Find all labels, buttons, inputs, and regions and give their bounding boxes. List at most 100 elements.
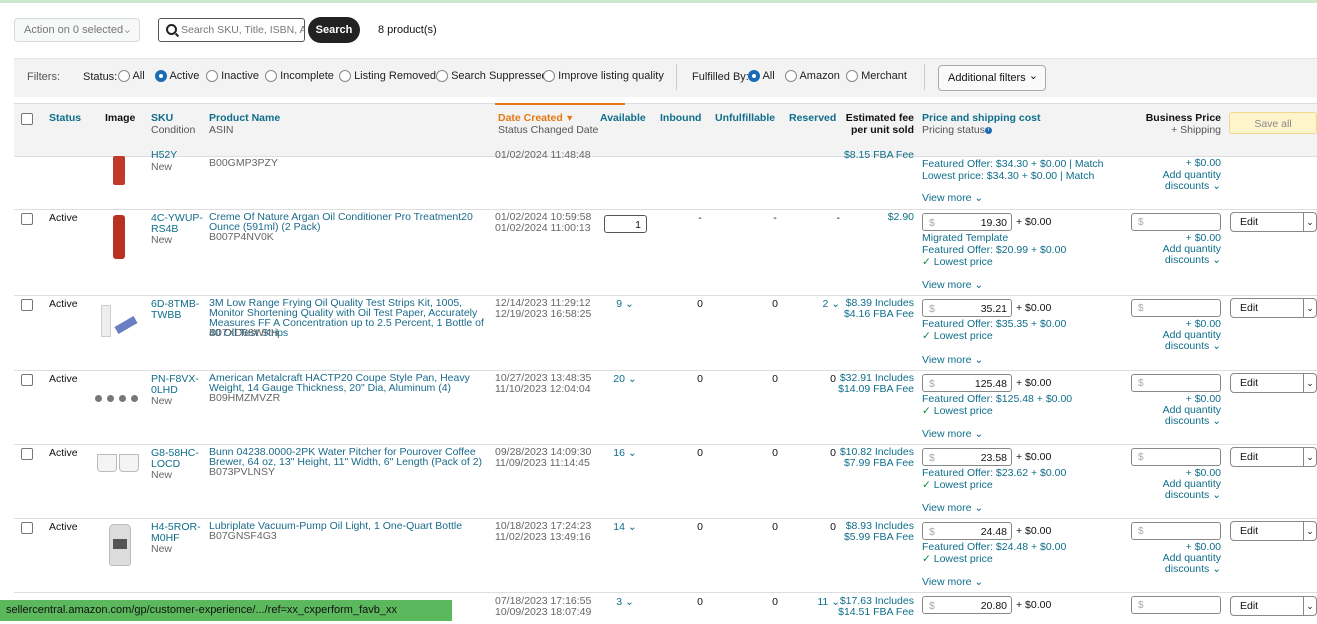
add-quantity-discounts-link[interactable]: Add quantity discounts ⌄ xyxy=(1120,553,1221,575)
status-text: Active xyxy=(49,212,78,224)
add-quantity-discounts-link[interactable]: Add quantity discounts ⌄ xyxy=(1120,330,1221,352)
col-available[interactable]: Available xyxy=(600,112,646,124)
status-radio-incomplete[interactable]: Incomplete xyxy=(265,70,334,82)
price-input[interactable]: $125.48 xyxy=(922,374,1012,392)
additional-filters-button[interactable]: Additional filters ⌄ xyxy=(938,65,1046,91)
match-link[interactable]: Match xyxy=(1066,170,1095,182)
asin-text: B09HMZMVZR xyxy=(209,392,281,404)
price-input[interactable]: $20.80 xyxy=(922,596,1012,614)
price-input[interactable]: $23.58 xyxy=(922,448,1012,466)
edit-button[interactable]: Edit ⌄ xyxy=(1230,373,1317,393)
row-checkbox[interactable] xyxy=(21,448,33,460)
business-price-input[interactable]: $ xyxy=(1131,448,1221,466)
featured-offer: Featured Offer: $20.99 + $0.00 xyxy=(922,244,1067,256)
status-radio-search-suppressed[interactable]: Search Suppressed xyxy=(436,70,548,82)
view-more-link[interactable]: View more ⌄ xyxy=(922,503,983,514)
available-qty[interactable]: 20 ⌄ xyxy=(600,374,650,385)
unfulfillable-qty: 0 xyxy=(772,596,778,608)
col-price-shipping[interactable]: Price and shipping cost Pricing status i xyxy=(922,112,1040,136)
product-name-link[interactable]: American Metalcraft HACTP20 Coupe Style … xyxy=(209,373,489,394)
add-quantity-discounts-link[interactable]: Add quantity discounts ⌄ xyxy=(1120,479,1221,501)
view-more-link[interactable]: View more ⌄ xyxy=(922,429,983,440)
edit-button[interactable]: Edit ⌄ xyxy=(1230,212,1317,232)
edit-button[interactable]: Edit ⌄ xyxy=(1230,596,1317,616)
view-more-link[interactable]: View more ⌄ xyxy=(922,355,983,366)
available-qty[interactable]: 3 ⌄ xyxy=(600,597,650,608)
reserved-qty: 0 xyxy=(830,447,836,459)
business-price-input[interactable]: $ xyxy=(1131,522,1221,540)
row-checkbox[interactable] xyxy=(21,299,33,311)
reserved-qty: 0 xyxy=(830,521,836,533)
status-radio-improve-listing[interactable]: Improve listing quality xyxy=(543,70,664,82)
edit-button[interactable]: Edit ⌄ xyxy=(1230,298,1317,318)
sort-indicator xyxy=(495,103,625,105)
edit-button[interactable]: Edit ⌄ xyxy=(1230,521,1317,541)
filter-divider xyxy=(676,64,677,90)
fee-text: $8.93 Includes $5.99 FBA Fee xyxy=(843,520,914,543)
add-quantity-discounts-link[interactable]: Add quantity discounts ⌄ xyxy=(1120,244,1221,266)
filters-label: Filters: xyxy=(27,71,60,83)
product-name-link[interactable]: Creme Of Nature Argan Oil Conditioner Pr… xyxy=(209,212,489,233)
row-checkbox[interactable] xyxy=(21,374,33,386)
view-more-link[interactable]: View more ⌄ xyxy=(922,280,983,291)
col-status[interactable]: Status xyxy=(49,112,81,124)
condition-text: New xyxy=(151,395,173,407)
available-qty[interactable]: 14 ⌄ xyxy=(600,522,650,533)
fulfilled-radio-amazon[interactable]: Amazon xyxy=(785,70,840,82)
lowest-price-status: ✓ Lowest price xyxy=(922,553,993,565)
fulfilled-by-label: Fulfilled By: xyxy=(692,71,749,83)
row-checkbox[interactable] xyxy=(21,213,33,225)
reserved-qty: 0 xyxy=(830,373,836,385)
search-button[interactable]: Search xyxy=(308,17,360,43)
business-price-input[interactable]: $ xyxy=(1131,596,1221,614)
radio-icon xyxy=(265,70,277,82)
select-all-checkbox[interactable] xyxy=(21,113,33,125)
view-more-link[interactable]: View more ⌄ xyxy=(922,577,983,588)
col-sku[interactable]: SKU Condition xyxy=(151,112,195,136)
business-price-input[interactable]: $ xyxy=(1131,213,1221,231)
product-thumbnail xyxy=(97,454,141,472)
fulfilled-radio-all[interactable]: All xyxy=(748,70,775,82)
featured-offer: Featured Offer: $23.62 + $0.00 xyxy=(922,467,1067,479)
available-qty[interactable]: 9 ⌄ xyxy=(600,299,650,310)
inbound-qty: - xyxy=(698,212,702,224)
col-product-name[interactable]: Product Name ASIN xyxy=(209,112,280,136)
bulk-action-dropdown[interactable]: Action on 0 selected ⌄ xyxy=(14,18,140,42)
search-input[interactable]: Search SKU, Title, ISBN, ASIN xyxy=(158,18,305,42)
fulfilled-radio-merchant[interactable]: Merchant xyxy=(846,70,907,82)
view-more-link[interactable]: View more ⌄ xyxy=(922,193,983,204)
radio-icon xyxy=(436,70,448,82)
row-checkbox[interactable] xyxy=(21,522,33,534)
condition-text: New xyxy=(151,469,173,481)
status-radio-inactive[interactable]: Inactive xyxy=(206,70,259,82)
col-unfulfillable[interactable]: Unfulfillable xyxy=(715,112,775,124)
col-inbound[interactable]: Inbound xyxy=(660,112,701,124)
chevron-down-icon: ⌄ xyxy=(1303,299,1316,317)
price-input[interactable]: $19.30 xyxy=(922,213,1012,231)
add-quantity-discounts-link[interactable]: Add quantity discounts ⌄ xyxy=(1120,170,1221,192)
add-quantity-discounts-link[interactable]: Add quantity discounts ⌄ xyxy=(1120,405,1221,427)
col-reserved[interactable]: Reserved xyxy=(789,112,836,124)
status-radio-all[interactable]: All xyxy=(118,70,145,82)
status-radio-active[interactable]: Active xyxy=(155,70,199,82)
status-text: Active xyxy=(49,373,78,385)
available-qty[interactable]: 16 ⌄ xyxy=(600,448,650,459)
edit-button[interactable]: Edit ⌄ xyxy=(1230,447,1317,467)
available-qty-input[interactable]: 1 xyxy=(604,215,647,233)
radio-selected-icon xyxy=(748,70,760,82)
price-input[interactable]: $24.48 xyxy=(922,522,1012,540)
product-name-link[interactable]: Bunn 04238.0000-2PK Water Pitcher for Po… xyxy=(209,447,489,468)
business-price-input[interactable]: $ xyxy=(1131,299,1221,317)
business-price-input[interactable]: $ xyxy=(1131,374,1221,392)
status-radio-listing-removed[interactable]: Listing Removed xyxy=(339,70,436,82)
radio-icon xyxy=(339,70,351,82)
sku-link[interactable]: H52Y xyxy=(151,150,177,161)
col-date-created[interactable]: Date Created ▼ Status Changed Date xyxy=(498,112,598,136)
match-link[interactable]: Match xyxy=(1075,158,1104,170)
price-input[interactable]: $35.21 xyxy=(922,299,1012,317)
status-changed-date: 11/09/2023 11:14:45 xyxy=(495,457,590,469)
sku-link[interactable]: TWBB xyxy=(151,310,181,321)
featured-offer: Featured Offer: $35.35 + $0.00 xyxy=(922,318,1067,330)
save-all-button[interactable]: Save all xyxy=(1229,112,1317,134)
unfulfillable-qty: 0 xyxy=(772,521,778,533)
